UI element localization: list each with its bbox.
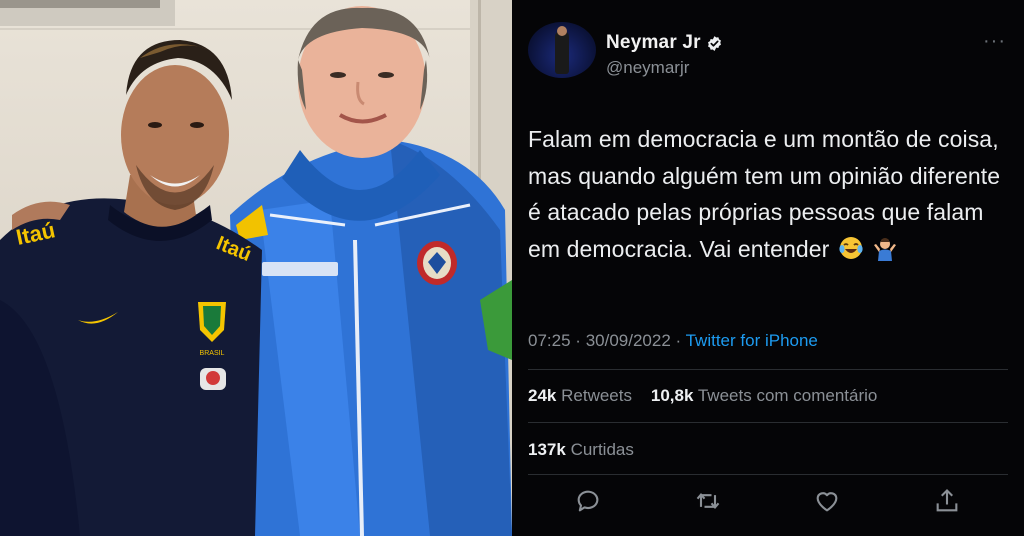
tears-of-joy-emoji-icon	[839, 236, 863, 259]
retweet-count: 24k	[528, 386, 557, 405]
divider	[528, 422, 1008, 423]
crest-label: BRASIL	[200, 350, 225, 357]
verified-badge-icon	[707, 35, 721, 51]
quote-stat[interactable]: 10,8k Tweets com comentário	[651, 386, 877, 405]
share-icon[interactable]	[933, 487, 961, 515]
like-icon[interactable]	[813, 487, 841, 515]
avatar[interactable]	[528, 22, 596, 78]
author-display-name[interactable]: Neymar Jr	[606, 32, 701, 54]
author-handle[interactable]: @neymarjr	[606, 58, 689, 78]
author-name-row: Neymar Jr	[606, 32, 723, 54]
tweet-body: Falam em democracia e um montão de coisa…	[528, 121, 1006, 267]
retweet-label: Retweets	[561, 386, 632, 405]
likes-label: Curtidas	[570, 440, 634, 459]
reply-icon[interactable]	[574, 487, 602, 515]
quote-label: Tweets com comentário	[697, 386, 878, 405]
person-shrugging-emoji-icon	[874, 237, 897, 261]
tweet-time[interactable]: 07:25	[528, 331, 571, 350]
action-bar	[512, 487, 1024, 517]
share-stats: 24k Retweets 10,8k Tweets com comentário	[528, 386, 877, 406]
photo-illustration: Itaú Itaú BRASIL	[0, 0, 512, 536]
tweet-card: Neymar Jr @neymarjr ··· Falam em democra…	[512, 0, 1024, 536]
like-stats[interactable]: 137k Curtidas	[528, 440, 634, 460]
more-icon[interactable]: ···	[983, 30, 1006, 53]
retweet-icon[interactable]	[694, 487, 722, 515]
photo-panel: Itaú Itaú BRASIL	[0, 0, 512, 536]
quote-count: 10,8k	[650, 386, 694, 405]
likes-count: 137k	[528, 440, 566, 459]
tweet-source[interactable]: Twitter for iPhone	[686, 331, 818, 350]
tweet-meta: 07:25 · 30/09/2022 · Twitter for iPhone	[528, 331, 818, 351]
retweet-stat[interactable]: 24k Retweets	[528, 386, 632, 405]
man-left: Itaú Itaú BRASIL	[0, 40, 262, 536]
man-right	[230, 6, 512, 536]
meta-separator: ·	[575, 331, 581, 350]
meta-separator: ·	[675, 331, 682, 350]
divider	[528, 369, 1008, 370]
tweet-text: Falam em democracia e um montão de coisa…	[528, 126, 1001, 262]
tweet-date[interactable]: 30/09/2022	[586, 331, 671, 350]
divider	[528, 474, 1008, 475]
